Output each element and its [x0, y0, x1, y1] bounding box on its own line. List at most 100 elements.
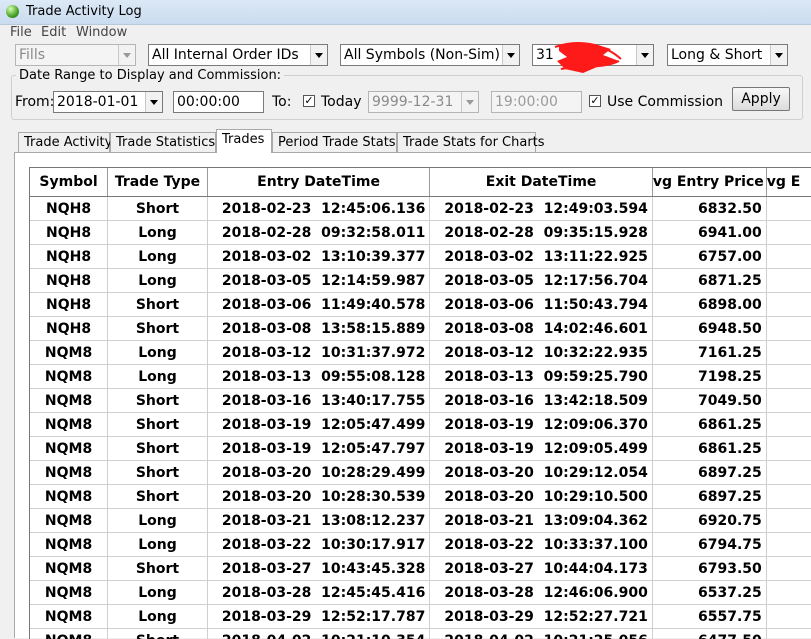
cell-entry-datetime: 2018-03-29 12:52:17.787 — [207, 605, 430, 629]
tab-trade-activity[interactable]: Trade Activity — [18, 132, 110, 152]
tab-period-trade-stats[interactable]: Period Trade Stats — [272, 132, 397, 152]
cell-symbol: NQM8 — [30, 581, 108, 605]
cell-trade-type: Short — [108, 461, 208, 485]
use-commission-checkbox[interactable]: ✓ — [589, 95, 601, 107]
cell-exit-datetime: 2018-03-19 12:09:06.370 — [430, 413, 653, 437]
cell-entry-datetime: 2018-02-23 12:45:06.136 — [207, 197, 430, 221]
table-row[interactable]: NQH8Short2018-03-06 11:49:40.5782018-03-… — [30, 293, 811, 317]
menu-file[interactable]: File — [10, 25, 32, 40]
cell-symbol: NQM8 — [30, 461, 108, 485]
cell-avg-entry-price: 6898.00 — [652, 293, 766, 317]
cell-avg-exit-price — [766, 197, 811, 221]
cell-entry-datetime: 2018-03-19 12:05:47.797 — [207, 437, 430, 461]
cell-exit-datetime: 2018-03-02 13:11:22.925 — [430, 245, 653, 269]
col-header-exit-datetime[interactable]: Exit DateTime — [430, 168, 653, 197]
table-row[interactable]: NQM8Long2018-03-12 10:31:37.9722018-03-1… — [30, 341, 811, 365]
chevron-down-icon[interactable] — [502, 45, 519, 65]
chevron-down-icon[interactable] — [118, 45, 135, 65]
cell-avg-entry-price: 6897.25 — [652, 461, 766, 485]
cell-exit-datetime: 2018-03-21 13:09:04.362 — [430, 509, 653, 533]
chevron-down-icon[interactable] — [461, 92, 478, 112]
cell-exit-datetime: 2018-03-20 10:29:10.500 — [430, 485, 653, 509]
to-time-field[interactable]: 19:00:00 — [491, 91, 582, 113]
table-row[interactable]: NQM8Short2018-03-19 12:05:47.4992018-03-… — [30, 413, 811, 437]
table-row[interactable]: NQH8Short2018-02-23 12:45:06.1362018-02-… — [30, 197, 811, 221]
cell-trade-type: Long — [108, 341, 208, 365]
cell-trade-type: Long — [108, 269, 208, 293]
cell-symbol: NQM8 — [30, 557, 108, 581]
from-time-field[interactable]: 00:00:00 — [173, 91, 264, 113]
cell-avg-exit-price — [766, 557, 811, 581]
cell-exit-datetime: 2018-03-06 11:50:43.794 — [430, 293, 653, 317]
tab-trade-statistics[interactable]: Trade Statistics — [110, 132, 216, 152]
cell-exit-datetime: 2018-03-27 10:44:04.173 — [430, 557, 653, 581]
table-row[interactable]: NQM8Long2018-03-21 13:08:12.2372018-03-2… — [30, 509, 811, 533]
trades-table-body: NQH8 Short 2018-02-23 12:45:06.1362018-02-… — [30, 197, 811, 639]
cell-exit-datetime: 2018-03-19 12:09:05.499 — [430, 437, 653, 461]
table-row[interactable]: NQM8Short2018-04-02 10:21:10.3542018-04-… — [30, 629, 811, 639]
apply-button[interactable]: Apply — [732, 87, 790, 111]
table-row[interactable]: NQH8Long2018-03-05 12:14:59.9872018-03-0… — [30, 269, 811, 293]
order-id-dropdown[interactable]: All Internal Order IDs — [148, 44, 328, 66]
cell-trade-type: Long — [108, 605, 208, 629]
chevron-down-icon[interactable] — [310, 45, 327, 65]
cell-trade-type: Short — [108, 629, 208, 639]
date-range-legend: Date Range to Display and Commission: — [16, 68, 284, 83]
title-bar: Trade Activity Log — [0, 0, 811, 25]
cell-avg-entry-price: 6861.25 — [652, 437, 766, 461]
menu-edit[interactable]: Edit — [41, 25, 66, 40]
col-header-avg-entry-price[interactable]: vg Entry Price — [652, 168, 766, 197]
checkmark-icon: ✓ — [590, 96, 599, 106]
tab-trade-stats-for-charts[interactable]: Trade Stats for Charts — [397, 132, 536, 152]
cell-avg-exit-price — [766, 581, 811, 605]
fills-type-dropdown[interactable]: Fills — [15, 44, 136, 66]
chevron-down-icon[interactable] — [636, 45, 653, 65]
from-date-picker[interactable]: 2018-01-01 — [53, 91, 163, 113]
table-row[interactable]: NQH8Short2018-03-08 13:58:15.8892018-03-… — [30, 317, 811, 341]
cell-avg-exit-price — [766, 221, 811, 245]
chevron-down-icon[interactable] — [145, 92, 162, 112]
cell-exit-datetime: 2018-04-02 10:21:25.056 — [430, 629, 653, 639]
cell-avg-exit-price — [766, 533, 811, 557]
col-header-avg-exit-price[interactable]: vg E — [766, 168, 811, 197]
cell-entry-datetime: 2018-03-27 10:43:45.328 — [207, 557, 430, 581]
cell-exit-datetime: 2018-03-16 13:42:18.509 — [430, 389, 653, 413]
cell-exit-datetime: 2018-02-23 12:49:03.594 — [430, 197, 653, 221]
cell-exit-datetime: 2018-02-28 09:35:15.928 — [430, 221, 653, 245]
table-row[interactable]: NQM8Long2018-03-13 09:55:08.1282018-03-1… — [30, 365, 811, 389]
col-header-entry-datetime[interactable]: Entry DateTime — [207, 168, 430, 197]
cell-avg-entry-price: 6832.50 — [652, 197, 766, 221]
cell-entry-datetime: 2018-03-02 13:10:39.377 — [207, 245, 430, 269]
table-row[interactable]: NQM8Short2018-03-19 12:05:47.7972018-03-… — [30, 437, 811, 461]
cell-trade-type: Long — [108, 509, 208, 533]
cell-symbol: NQH8 — [30, 245, 108, 269]
side-dropdown[interactable]: Long & Short — [667, 44, 788, 66]
table-row[interactable]: NQM8Short2018-03-27 10:43:45.3282018-03-… — [30, 557, 811, 581]
table-row[interactable]: NQM8Short2018-03-16 13:40:17.7552018-03-… — [30, 389, 811, 413]
chevron-down-icon[interactable] — [770, 45, 787, 65]
to-date-picker[interactable]: 9999-12-31 — [368, 91, 479, 113]
menu-window[interactable]: Window — [76, 25, 127, 40]
cell-exit-datetime: 2018-03-28 12:46:06.900 — [430, 581, 653, 605]
col-header-trade-type[interactable]: Trade Type — [108, 168, 208, 197]
table-row[interactable]: NQM8Long2018-03-29 12:52:17.7872018-03-2… — [30, 605, 811, 629]
to-label: To: — [272, 94, 291, 110]
symbol-dropdown[interactable]: All Symbols (Non-Sim) — [340, 44, 520, 66]
table-row[interactable]: NQM8Short2018-03-20 10:28:29.4992018-03-… — [30, 461, 811, 485]
trades-grid[interactable]: Symbol Trade Type Entry DateTime Exit Da… — [29, 167, 811, 639]
table-row[interactable]: NQH8Long2018-03-02 13:10:39.3772018-03-0… — [30, 245, 811, 269]
cell-trade-type: Short — [108, 557, 208, 581]
from-label: From: — [15, 94, 54, 110]
cell-symbol: NQM8 — [30, 413, 108, 437]
table-row[interactable]: NQH8Long2018-02-28 09:32:58.0112018-02-2… — [30, 221, 811, 245]
cell-avg-entry-price: 6861.25 — [652, 413, 766, 437]
account-value: 31 — [536, 47, 554, 63]
table-row[interactable]: NQM8Long2018-03-22 10:30:17.9172018-03-2… — [30, 533, 811, 557]
tab-trades[interactable]: Trades — [216, 129, 272, 153]
cell-avg-exit-price — [766, 437, 811, 461]
cell-avg-entry-price: 7198.25 — [652, 365, 766, 389]
table-row[interactable]: NQM8Short2018-03-20 10:28:30.5392018-03-… — [30, 485, 811, 509]
table-row[interactable]: NQM8Long2018-03-28 12:45:45.4162018-03-2… — [30, 581, 811, 605]
today-checkbox[interactable]: ✓ — [303, 95, 315, 107]
col-header-symbol[interactable]: Symbol — [30, 168, 108, 197]
